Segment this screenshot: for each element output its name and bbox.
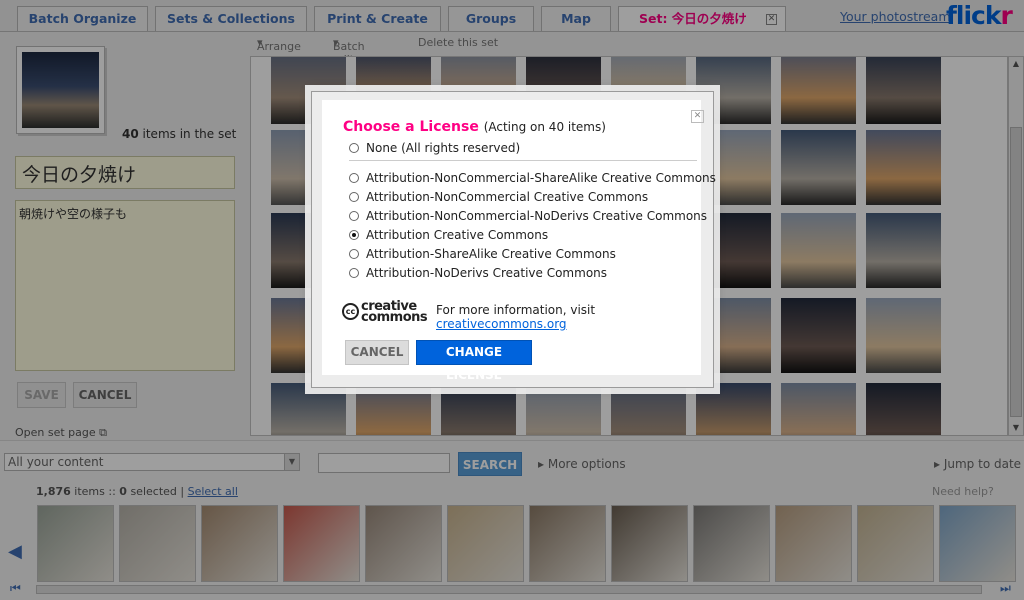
creative-commons-logo: cc creative commons [342, 299, 428, 325]
close-icon[interactable]: ✕ [691, 110, 704, 123]
license-label: Attribution-ShareAlike Creative Commons [366, 247, 616, 261]
license-option-by-sa[interactable]: Attribution-ShareAlike Creative Commons [349, 247, 616, 261]
radio-button[interactable] [349, 173, 359, 183]
radio-button[interactable] [349, 249, 359, 259]
license-dialog: ✕ Choose a License (Acting on 40 items) … [311, 91, 716, 388]
dialog-title: Choose a License (Acting on 40 items) [343, 119, 606, 135]
license-option-by-nd[interactable]: Attribution-NoDerivs Creative Commons [349, 266, 607, 280]
license-label: None (All rights reserved) [366, 141, 521, 155]
dialog-cancel-button[interactable]: CANCEL [345, 340, 409, 365]
license-label: Attribution-NoDerivs Creative Commons [366, 266, 608, 280]
license-option-none[interactable]: None (All rights reserved) [349, 141, 520, 155]
license-option-by-nc[interactable]: Attribution-NonCommercial Creative Commo… [349, 190, 648, 204]
radio-button[interactable] [349, 143, 359, 153]
license-option-by-nc-nd[interactable]: Attribution-NonCommercial-NoDerivs Creat… [349, 209, 707, 223]
radio-button[interactable] [349, 268, 359, 278]
more-info-text: For more information, visit creativecomm… [436, 303, 701, 331]
radio-button[interactable] [349, 192, 359, 202]
cc-icon: cc [342, 303, 359, 320]
license-label: Attribution-NonCommercial Creative Commo… [366, 190, 649, 204]
radio-button[interactable] [349, 211, 359, 221]
change-license-button[interactable]: CHANGE LICENSE [416, 340, 532, 382]
license-label: Attribution-NonCommercial-ShareAlike Cre… [366, 171, 716, 185]
dialog-title-text: Choose a License [343, 119, 479, 135]
license-option-by[interactable]: Attribution Creative Commons [349, 228, 548, 242]
radio-button-selected[interactable] [349, 230, 359, 240]
license-label: Attribution Creative Commons [366, 228, 549, 242]
license-label: Attribution-NonCommercial-NoDerivs Creat… [366, 209, 708, 223]
license-dialog-body: ✕ Choose a License (Acting on 40 items) … [322, 100, 716, 382]
info-prefix: For more information, visit [436, 303, 596, 317]
creativecommons-link[interactable]: creativecommons.org [436, 317, 567, 331]
license-option-by-nc-sa[interactable]: Attribution-NonCommercial-ShareAlike Cre… [349, 171, 716, 185]
cc-logo-bottom: commons [361, 310, 428, 325]
options-divider [349, 160, 697, 161]
acting-on-count: (Acting on 40 items) [483, 120, 606, 134]
